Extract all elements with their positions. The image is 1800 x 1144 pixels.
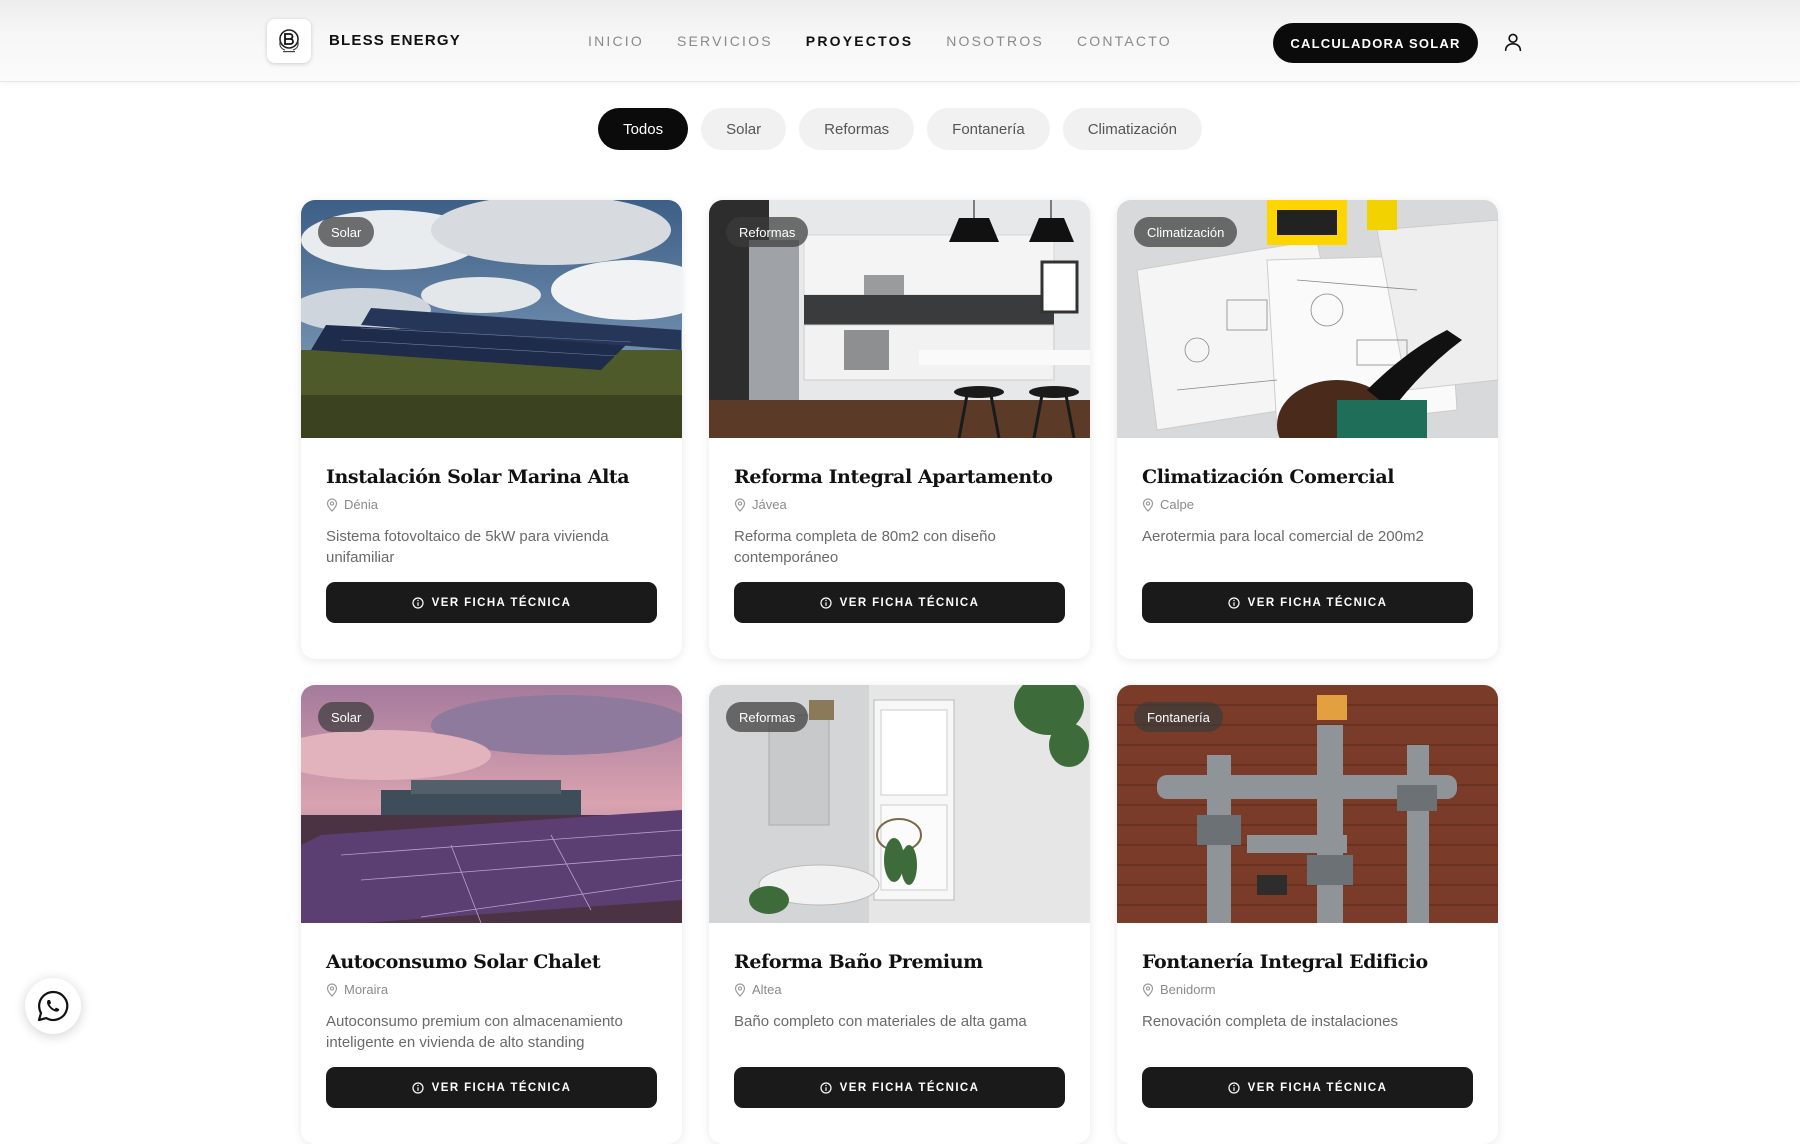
filter-climatizacion[interactable]: Climatización xyxy=(1062,108,1202,150)
project-card[interactable]: Fontanería Fontanería Integral Edificio … xyxy=(1117,685,1498,1144)
category-filters: Todos Solar Reformas Fontanería Climatiz… xyxy=(0,108,1800,150)
view-datasheet-button[interactable]: VER FICHA TÉCNICA xyxy=(734,582,1065,623)
view-datasheet-button[interactable]: VER FICHA TÉCNICA xyxy=(326,582,657,623)
filter-todos[interactable]: Todos xyxy=(598,108,689,150)
project-description: Baño completo con materiales de alta gam… xyxy=(734,1013,1027,1030)
nav-nosotros[interactable]: NOSOTROS xyxy=(946,33,1044,49)
project-location: Benidorm xyxy=(1142,982,1473,997)
view-datasheet-button[interactable]: VER FICHA TÉCNICA xyxy=(1142,582,1473,623)
project-title: Autoconsumo Solar Chalet xyxy=(326,951,601,973)
location-label: Moraira xyxy=(344,982,389,997)
user-icon[interactable] xyxy=(1502,31,1524,53)
filter-reformas[interactable]: Reformas xyxy=(799,108,915,150)
project-location: Calpe xyxy=(1142,497,1473,512)
button-label: VER FICHA TÉCNICA xyxy=(1247,596,1388,609)
project-image-blueprints: Climatización xyxy=(1117,200,1498,438)
map-pin-icon xyxy=(1142,497,1154,512)
map-pin-icon xyxy=(1142,982,1154,997)
brand-name[interactable]: BLESS ENERGY xyxy=(329,32,461,49)
location-label: Dénia xyxy=(344,497,378,512)
solar-calculator-button[interactable]: CALCULADORA SOLAR xyxy=(1273,23,1478,63)
project-card[interactable]: Climatización Climatización Comercial Ca… xyxy=(1117,200,1498,659)
project-image-pipes: Fontanería xyxy=(1117,685,1498,923)
button-label: VER FICHA TÉCNICA xyxy=(839,1081,980,1094)
category-badge: Solar xyxy=(318,702,375,732)
main-nav: INICIO SERVICIOS PROYECTOS NOSOTROS CONT… xyxy=(588,33,1205,49)
button-label: VER FICHA TÉCNICA xyxy=(1247,1081,1388,1094)
project-title: Fontanería Integral Edificio xyxy=(1142,951,1428,973)
category-badge: Reformas xyxy=(726,217,809,247)
project-location: Moraira xyxy=(326,982,657,997)
project-card[interactable]: Reformas Reforma Baño Premium Altea Baño… xyxy=(709,685,1090,1144)
category-badge: Climatización xyxy=(1134,217,1238,247)
project-image-kitchen: Reformas xyxy=(709,200,1090,438)
project-title: Reforma Baño Premium xyxy=(734,951,983,973)
whatsapp-icon xyxy=(37,990,69,1022)
project-title: Reforma Integral Apartamento xyxy=(734,466,1053,488)
project-image-solar-field: Solar xyxy=(301,200,682,438)
project-image-solar-sunset: Solar xyxy=(301,685,682,923)
info-icon xyxy=(820,596,832,609)
nav-contacto[interactable]: CONTACTO xyxy=(1077,33,1172,49)
project-card[interactable]: Solar Instalación Solar Marina Alta Déni… xyxy=(301,200,682,659)
location-label: Calpe xyxy=(1160,497,1194,512)
map-pin-icon xyxy=(326,982,338,997)
brand-logo[interactable] xyxy=(267,19,311,63)
nav-servicios[interactable]: SERVICIOS xyxy=(677,33,773,49)
projects-grid: Solar Instalación Solar Marina Alta Déni… xyxy=(301,200,1499,1144)
site-header: BLESS ENERGY INICIO SERVICIOS PROYECTOS … xyxy=(0,0,1800,82)
category-badge: Fontanería xyxy=(1134,702,1223,732)
project-location: Jávea xyxy=(734,497,1065,512)
project-description: Autoconsumo premium con almacenamiento i… xyxy=(326,1013,623,1051)
map-pin-icon xyxy=(734,982,746,997)
info-icon xyxy=(820,1081,832,1094)
category-badge: Solar xyxy=(318,217,375,247)
whatsapp-button[interactable] xyxy=(25,978,81,1034)
location-label: Jávea xyxy=(752,497,787,512)
view-datasheet-button[interactable]: VER FICHA TÉCNICA xyxy=(734,1067,1065,1108)
button-label: VER FICHA TÉCNICA xyxy=(431,596,572,609)
button-label: VER FICHA TÉCNICA xyxy=(839,596,980,609)
project-location: Altea xyxy=(734,982,1065,997)
map-pin-icon xyxy=(326,497,338,512)
nav-inicio[interactable]: INICIO xyxy=(588,33,644,49)
project-title: Climatización Comercial xyxy=(1142,466,1395,488)
logo-emblem-icon xyxy=(279,29,299,53)
info-icon xyxy=(1228,596,1240,609)
project-title: Instalación Solar Marina Alta xyxy=(326,466,630,488)
info-icon xyxy=(1228,1081,1240,1094)
project-image-bathroom: Reformas xyxy=(709,685,1090,923)
project-description: Renovación completa de instalaciones xyxy=(1142,1013,1398,1030)
filter-fontaneria[interactable]: Fontanería xyxy=(927,108,1050,150)
project-card[interactable]: Reformas Reforma Integral Apartamento Já… xyxy=(709,200,1090,659)
project-description: Aerotermia para local comercial de 200m2 xyxy=(1142,528,1424,545)
info-icon xyxy=(412,1081,424,1094)
filter-solar[interactable]: Solar xyxy=(701,108,787,150)
project-location: Dénia xyxy=(326,497,657,512)
location-label: Altea xyxy=(752,982,782,997)
nav-proyectos[interactable]: PROYECTOS xyxy=(806,33,913,49)
project-description: Sistema fotovoltaico de 5kW para viviend… xyxy=(326,528,609,566)
map-pin-icon xyxy=(734,497,746,512)
location-label: Benidorm xyxy=(1160,982,1216,997)
info-icon xyxy=(412,596,424,609)
view-datasheet-button[interactable]: VER FICHA TÉCNICA xyxy=(326,1067,657,1108)
project-description: Reforma completa de 80m2 con diseño cont… xyxy=(734,528,996,566)
view-datasheet-button[interactable]: VER FICHA TÉCNICA xyxy=(1142,1067,1473,1108)
project-card[interactable]: Solar Autoconsumo Solar Chalet Moraira A… xyxy=(301,685,682,1144)
button-label: VER FICHA TÉCNICA xyxy=(431,1081,572,1094)
category-badge: Reformas xyxy=(726,702,809,732)
